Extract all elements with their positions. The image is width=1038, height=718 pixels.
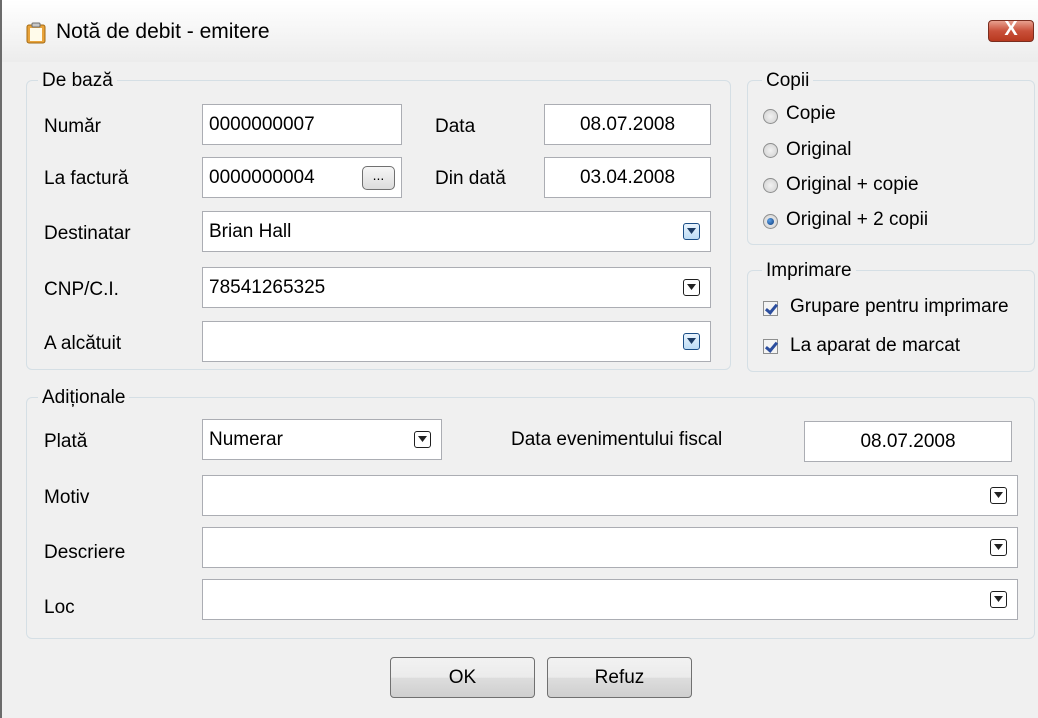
chevron-down-icon[interactable] [683,223,700,240]
close-button[interactable]: X [988,18,1034,42]
numar-field[interactable]: 0000000007 [202,104,402,145]
chevron-down-icon[interactable] [414,431,431,448]
motiv-combobox[interactable] [202,475,1018,516]
motiv-label: Motiv [44,487,90,508]
grupare-checkbox[interactable] [763,301,778,316]
browse-invoice-button[interactable]: ... [362,166,395,190]
additional-legend: Adiționale [38,387,130,409]
plata-value: Numerar [209,429,283,450]
chevron-down-icon[interactable] [683,279,700,296]
radio-copie[interactable] [763,109,778,124]
window-title: Notă de debit - emitere [56,20,270,43]
radio-original-copie-label[interactable]: Original + copie [786,174,919,196]
title-bar: Notă de debit - emitere X [2,0,1038,62]
din-data-label: Din dată [435,168,506,189]
cancel-button[interactable]: Refuz [547,657,692,698]
data-label: Data [435,116,476,137]
chevron-down-icon[interactable] [683,333,700,350]
chevron-down-icon[interactable] [990,487,1007,504]
clipboard-icon [26,22,46,44]
data-field[interactable]: 08.07.2008 [544,104,711,145]
cnp-label: CNP/C.I. [44,279,119,300]
la-factura-label: La factură [44,168,129,189]
destinatar-label: Destinatar [44,223,131,244]
data-fiscal-label: Data evenimentului fiscal [511,429,723,450]
alcatuit-label: A alcătuit [44,333,122,354]
radio-copie-label[interactable]: Copie [786,103,836,125]
chevron-down-icon[interactable] [990,539,1007,556]
data-fiscal-field[interactable]: 08.07.2008 [804,421,1012,462]
loc-combobox[interactable] [202,579,1018,620]
chevron-down-icon[interactable] [990,591,1007,608]
plata-combobox[interactable]: Numerar [202,419,442,460]
dialog-window: Notă de debit - emitere X De bază Număr … [0,0,1038,718]
loc-label: Loc [44,597,75,618]
descriere-combobox[interactable] [202,527,1018,568]
din-data-field[interactable]: 03.04.2008 [544,157,711,198]
grupare-label[interactable]: Grupare pentru imprimare [790,296,1009,318]
destinatar-combobox[interactable]: Brian Hall [202,211,711,252]
ok-button[interactable]: OK [390,657,535,698]
radio-original-label[interactable]: Original [786,139,851,161]
radio-original-2-copii[interactable] [763,214,778,229]
close-icon: X [1004,18,1018,40]
radio-original[interactable] [763,143,778,158]
cnp-value: 78541265325 [209,277,326,298]
aparat-checkbox[interactable] [763,339,778,354]
radio-original-copie[interactable] [763,178,778,193]
printing-legend: Imprimare [762,260,856,282]
la-factura-value: 0000000004 [209,167,315,188]
copies-legend: Copii [762,70,814,92]
alcatuit-combobox[interactable] [202,321,711,362]
cnp-combobox[interactable]: 78541265325 [202,267,711,308]
plata-label: Plată [44,431,88,452]
radio-original-2-copii-label[interactable]: Original + 2 copii [786,209,928,231]
aparat-label[interactable]: La aparat de marcat [790,335,960,357]
basic-legend: De bază [38,70,117,92]
numar-label: Număr [44,116,102,137]
destinatar-value: Brian Hall [209,221,292,242]
descriere-label: Descriere [44,542,126,563]
